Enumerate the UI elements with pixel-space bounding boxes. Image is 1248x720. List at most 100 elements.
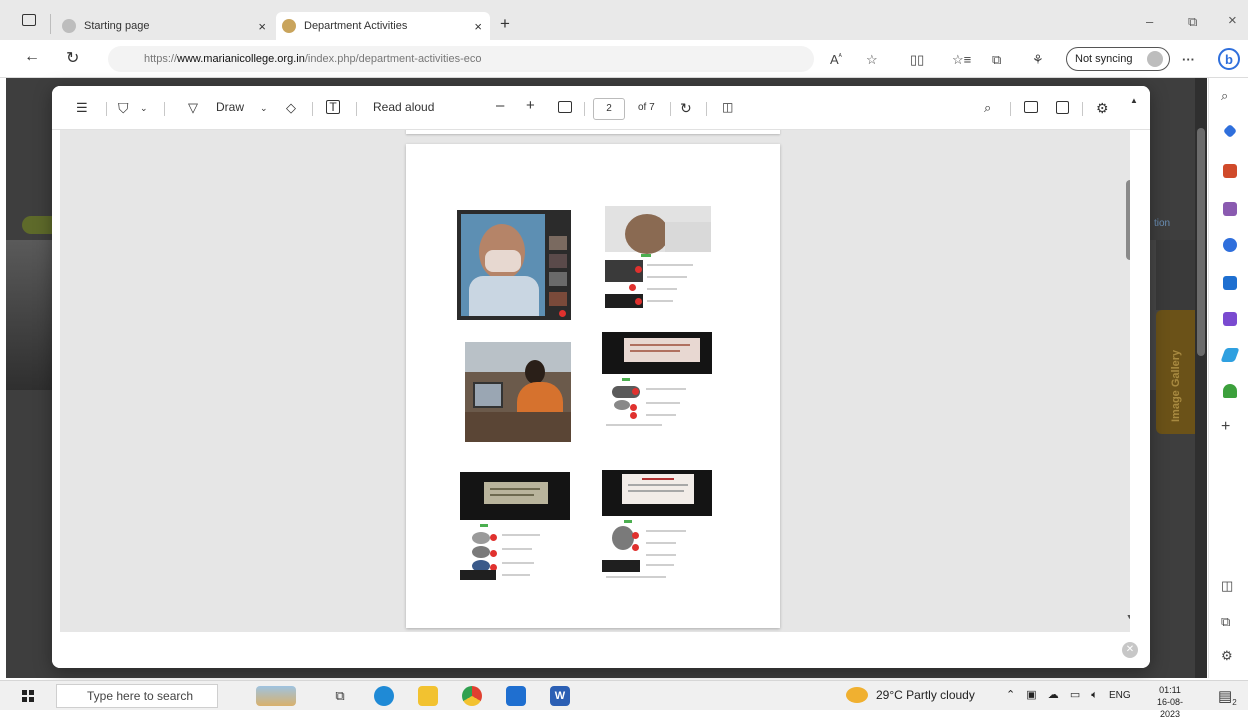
collections-icon[interactable]: ⧉ [992, 52, 1001, 68]
chevron-up-icon[interactable]: ⌃ [1006, 689, 1015, 701]
app-tray-icon[interactable]: ▣ [1026, 689, 1036, 701]
clock[interactable]: 01:11 16-08-2023 [1148, 684, 1192, 720]
add-icon[interactable]: + [1221, 418, 1230, 436]
refresh-icon[interactable]: ↻ [66, 48, 79, 68]
page-number-input[interactable]: 2 [593, 98, 625, 120]
back-arrow-icon[interactable]: ← [24, 48, 40, 66]
battery-icon[interactable]: ▭ [1070, 689, 1080, 701]
task-view-icon[interactable]: ⧉ [330, 686, 350, 706]
print-icon[interactable] [1024, 101, 1038, 113]
windows-start-icon[interactable] [22, 690, 34, 702]
windows-taskbar: Type here to search ⧉ W 29°C Partly clou… [0, 680, 1248, 719]
eraser-icon[interactable]: ◇ [286, 100, 296, 116]
close-circle-icon[interactable]: ✕ [1122, 642, 1138, 658]
url-input[interactable]: https://www.marianicollege.org.in/index.… [108, 46, 814, 72]
tab-actions-icon[interactable] [22, 14, 36, 26]
pdf-viewer: ☰ ⛉ ⌄ ▽ Draw ⌄ ◇ T Read aloud – + 2 of 7… [52, 86, 1150, 668]
designer-icon[interactable] [1223, 312, 1237, 326]
volume-icon[interactable]: 🔈︎ [1091, 689, 1098, 701]
zoom-in-button[interactable]: + [526, 97, 535, 114]
fit-page-icon[interactable] [558, 101, 572, 113]
clock-time: 01:11 [1159, 685, 1181, 695]
settings-gear-icon[interactable]: ⚙ [1096, 100, 1109, 117]
notification-icon[interactable]: ▤2 [1218, 687, 1237, 707]
text-box-icon[interactable]: T [326, 100, 340, 114]
file-explorer-icon[interactable] [418, 686, 438, 706]
page-total: of 7 [638, 102, 655, 113]
chevron-down-icon[interactable]: ⌄ [260, 103, 268, 114]
read-aloud-icon[interactable]: Aᴬ [830, 52, 842, 67]
pdf-toolbar: ☰ ⛉ ⌄ ▽ Draw ⌄ ◇ T Read aloud – + 2 of 7… [52, 86, 1150, 130]
tab-starting-page[interactable]: Starting page × [56, 12, 274, 40]
profile-label: Not syncing [1075, 53, 1133, 65]
games-icon[interactable] [1223, 202, 1237, 216]
cloud-icon[interactable]: ☁ [1048, 689, 1059, 701]
chrome-icon[interactable] [462, 686, 482, 706]
tab-close-icon[interactable]: × [474, 19, 482, 34]
photo-masked-speaker [457, 210, 571, 320]
page-scrollbar-thumb[interactable] [1197, 128, 1205, 356]
pdf-scrollbar-thumb[interactable] [1126, 180, 1130, 260]
restore-button[interactable]: ⧉ [1188, 14, 1197, 30]
tools-briefcase-icon[interactable] [1223, 164, 1237, 178]
system-tray: ⌃ ▣ ☁ ▭ 🔈︎ ENG [1006, 688, 1131, 702]
weather-status[interactable]: 29°C Partly cloudy [876, 688, 975, 702]
draw-button[interactable]: Draw [216, 100, 244, 114]
photo-woman-at-laptop [465, 342, 571, 442]
close-window-button[interactable]: × [1228, 12, 1237, 29]
split-screen-icon[interactable]: ▯▯ [910, 52, 924, 68]
screenshot-presentation-slide [602, 332, 712, 430]
profile-not-syncing-button[interactable]: Not syncing [1066, 47, 1170, 71]
starting-page-favicon-icon [62, 19, 76, 33]
language-indicator[interactable]: ENG [1109, 690, 1131, 701]
search-placeholder: Type here to search [87, 689, 194, 703]
external-link-icon[interactable]: ⧉ [1221, 614, 1230, 630]
pdf-footer: ✕ [52, 632, 1150, 668]
draw-pen-icon[interactable]: ▽ [188, 100, 198, 116]
split-view-icon[interactable]: ◫ [1221, 578, 1233, 594]
mail-icon[interactable] [506, 686, 526, 706]
tab-label: Department Activities [304, 20, 408, 32]
favorites-icon[interactable]: ☆≡ [952, 52, 971, 68]
new-tab-button[interactable]: + [500, 14, 510, 34]
extension-icon[interactable]: ⚘ [1032, 52, 1044, 68]
bing-copilot-button[interactable]: b [1218, 48, 1240, 70]
tree-icon[interactable] [1223, 384, 1237, 398]
pdf-canvas[interactable]: ▼ [60, 130, 1130, 632]
url-domain: www.marianicollege.org.in [177, 53, 305, 65]
settings-gear-icon[interactable]: ⚙ [1221, 648, 1233, 664]
url-scheme: https:// [144, 53, 178, 65]
send-icon[interactable] [1220, 348, 1240, 362]
edge-browser-icon[interactable] [374, 686, 394, 706]
search-icon[interactable]: ⌕ [984, 100, 991, 116]
shopping-tag-icon[interactable] [1222, 123, 1238, 139]
favorite-star-icon[interactable]: ☆ [866, 52, 878, 68]
screenshot-video-slide [460, 472, 570, 580]
taskbar-search-input[interactable]: Type here to search [56, 684, 218, 708]
scroll-down-icon[interactable]: ▼ [1126, 614, 1130, 621]
read-aloud-button[interactable]: Read aloud [373, 100, 434, 114]
highlight-icon[interactable]: ⛉ [118, 100, 129, 117]
word-icon[interactable]: W [550, 686, 570, 706]
save-icon[interactable] [1056, 101, 1069, 114]
screenshot-meeting-participants [605, 206, 713, 310]
image-gallery-tab[interactable]: Image Gallery [1156, 310, 1196, 434]
notification-count: 2 [1232, 698, 1237, 707]
search-icon[interactable]: ⌕ [1221, 88, 1228, 104]
zoom-out-button[interactable]: – [496, 97, 504, 114]
rotate-icon[interactable]: ↻ [680, 100, 692, 117]
scroll-up-icon[interactable]: ▲ [1130, 96, 1138, 105]
chevron-down-icon[interactable]: ⌄ [140, 103, 148, 114]
minimize-button[interactable]: – [1146, 14, 1153, 29]
page-view-icon[interactable]: ◫ [722, 100, 733, 114]
taskbar-widget-icon[interactable] [256, 686, 296, 706]
address-bar: ← ↻ https://www.marianicollege.org.in/in… [0, 40, 1248, 78]
contents-icon[interactable]: ☰ [76, 100, 88, 116]
outlook-icon[interactable] [1223, 276, 1237, 290]
microsoft-365-icon[interactable] [1223, 238, 1237, 252]
more-options-icon[interactable]: ··· [1182, 52, 1195, 67]
tab-label: Starting page [84, 20, 150, 32]
tab-department-activities[interactable]: Department Activities × [276, 12, 490, 40]
avatar-icon [1147, 51, 1163, 67]
tab-close-icon[interactable]: × [258, 19, 266, 34]
